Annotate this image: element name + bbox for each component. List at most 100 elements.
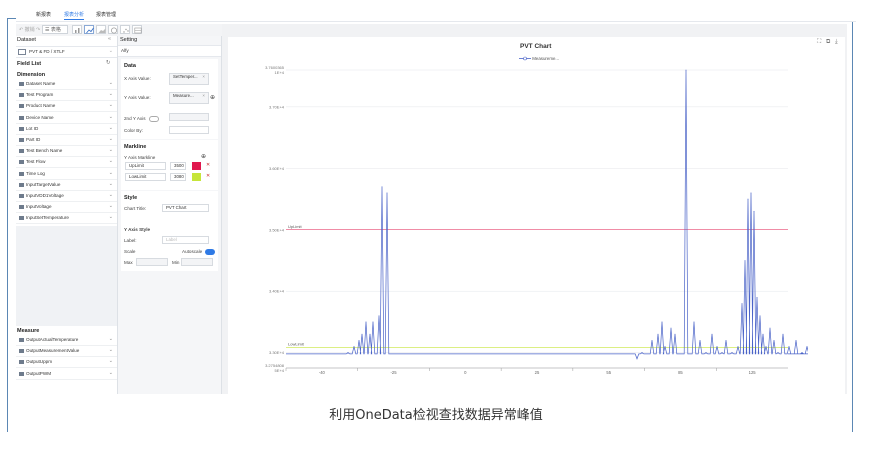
scatter-chart-icon[interactable] bbox=[120, 25, 130, 34]
field-type-icon bbox=[19, 205, 24, 210]
tab-report-management[interactable]: 报表管理 bbox=[96, 11, 116, 18]
tab-new-report[interactable]: 新报表 bbox=[36, 11, 51, 18]
dimension-field-row[interactable]: InputVoltage ⌄ bbox=[16, 202, 117, 214]
data-point bbox=[721, 352, 723, 354]
label-input[interactable]: Label bbox=[162, 236, 209, 244]
chevron-down-icon[interactable]: ⌄ bbox=[109, 358, 113, 364]
dimension-field-row[interactable]: InputSetTemperature ⌄ bbox=[16, 213, 117, 225]
dimension-field-row[interactable]: Dataset Name ⌄ bbox=[16, 79, 117, 90]
chevron-down-icon[interactable]: ⌄ bbox=[109, 347, 113, 353]
measure-field-row[interactable]: OutputActualTemperature ⌄ bbox=[16, 335, 117, 346]
x-tick-label: 85 bbox=[678, 370, 683, 375]
dimension-field-row[interactable]: Time Log ⌄ bbox=[16, 169, 117, 180]
x-tick-label: 125 bbox=[749, 370, 757, 375]
data-point bbox=[765, 346, 767, 347]
chevron-down-icon[interactable]: ⌄ bbox=[109, 158, 113, 164]
dimension-field-row[interactable]: Test Flow ⌄ bbox=[16, 157, 117, 169]
dimension-field-row[interactable]: Part ID ⌄ bbox=[16, 135, 117, 146]
chevron-down-icon[interactable]: ⌄ bbox=[109, 80, 113, 86]
delete-markline-2-icon[interactable]: ✕ bbox=[206, 173, 210, 179]
dataset-title: Dataset bbox=[17, 37, 36, 43]
y-axis-field[interactable]: Measure... × bbox=[169, 92, 209, 104]
redo-button[interactable]: ↷ bbox=[36, 26, 40, 34]
y-tick-label: 3.40E+4 bbox=[269, 289, 285, 294]
dimension-field-row[interactable]: Test Program ⌄ bbox=[16, 90, 117, 102]
measure-field-row[interactable]: OutputUppm ⌄ bbox=[16, 357, 117, 369]
dataset-panel: Dataset « PVT & FD / XTLF ⌄ Field List ↻… bbox=[16, 36, 118, 394]
second-y-field[interactable] bbox=[169, 113, 209, 121]
chevron-down-icon[interactable]: ⌄ bbox=[109, 214, 113, 220]
chart-title-input[interactable]: PVT Chart bbox=[162, 204, 209, 212]
delete-markline-1-icon[interactable]: ✕ bbox=[206, 162, 210, 168]
dimension-field-label: Dataset Name bbox=[26, 81, 56, 86]
measure-field-row[interactable]: OutputMeasurementValue ⌄ bbox=[16, 346, 117, 358]
dimension-field-row[interactable]: Test Bench Name ⌄ bbox=[16, 146, 117, 158]
chevron-down-icon[interactable]: ⌄ bbox=[109, 125, 113, 131]
dimension-field-row[interactable]: Device Name ⌄ bbox=[16, 113, 117, 124]
dataset-selected: PVT & FD / XTLF bbox=[29, 49, 65, 54]
markline-2-value[interactable]: 3080 bbox=[170, 173, 186, 181]
tab-report-analysis[interactable]: 报表分析 bbox=[64, 11, 85, 20]
y-tick-label: 3.60E+4 bbox=[269, 166, 285, 171]
remove-y-icon[interactable]: × bbox=[202, 93, 205, 99]
autoscale-toggle[interactable] bbox=[205, 249, 215, 255]
second-y-toggle[interactable] bbox=[149, 116, 159, 122]
chevron-down-icon[interactable]: ⌄ bbox=[109, 336, 113, 342]
chevron-down-icon[interactable]: ⌄ bbox=[109, 147, 113, 153]
table-chart-icon[interactable] bbox=[132, 25, 142, 34]
setting-sub-bar: Alfy bbox=[118, 45, 221, 57]
dimension-field-row[interactable]: Lot ID ⌄ bbox=[16, 124, 117, 135]
field-list-empty-area bbox=[16, 226, 117, 326]
chevron-down-icon[interactable]: ⌄ bbox=[109, 114, 113, 120]
table-view-button[interactable]: ☰ 表格 bbox=[42, 25, 68, 34]
chevron-down-icon[interactable]: ⌄ bbox=[109, 102, 113, 108]
chevron-down-icon[interactable]: ⌄ bbox=[109, 170, 113, 176]
dataset-selector[interactable]: PVT & FD / XTLF ⌄ bbox=[16, 46, 117, 58]
max-label: Max bbox=[124, 260, 133, 265]
color-by-field[interactable] bbox=[169, 126, 209, 134]
field-type-icon bbox=[19, 171, 24, 176]
field-type-icon bbox=[19, 371, 24, 376]
remove-x-icon[interactable]: × bbox=[202, 74, 205, 80]
chevron-down-icon[interactable]: ⌄ bbox=[109, 370, 113, 376]
line-chart-icon[interactable] bbox=[84, 25, 94, 34]
markline-2-color[interactable] bbox=[192, 173, 201, 181]
data-title: Data bbox=[124, 63, 136, 69]
chevron-down-icon[interactable]: ⌄ bbox=[109, 192, 113, 198]
chevron-down-icon[interactable]: ⌄ bbox=[109, 181, 113, 187]
dimension-field-label: Product Name bbox=[26, 103, 56, 109]
dimension-field-row[interactable]: InputTargetValue ⌄ bbox=[16, 180, 117, 191]
pie-chart-icon[interactable] bbox=[108, 25, 118, 34]
data-point bbox=[801, 352, 803, 354]
min-input[interactable] bbox=[181, 258, 213, 266]
data-point bbox=[725, 339, 727, 341]
chevron-down-icon[interactable]: ⌄ bbox=[109, 203, 113, 209]
label-label: Label: bbox=[124, 238, 137, 243]
chevron-down-icon[interactable]: ⌄ bbox=[109, 91, 113, 97]
dimension-field-row[interactable]: InputVDD1Voltage ⌄ bbox=[16, 191, 117, 202]
y-tick-label: 1E+4 bbox=[275, 70, 285, 75]
bar-chart-icon[interactable] bbox=[72, 25, 82, 34]
undo-button[interactable]: ↶ 撤销 bbox=[19, 26, 35, 34]
chart-legend[interactable]: Measureme... bbox=[519, 56, 559, 61]
markline-1-name[interactable]: UpLimit bbox=[125, 162, 166, 170]
data-point bbox=[777, 352, 779, 354]
collapse-panel-icon[interactable]: « bbox=[108, 36, 111, 42]
add-markline-icon[interactable]: ⊕ bbox=[201, 153, 206, 160]
download-icon[interactable]: ⤓ bbox=[835, 39, 838, 46]
add-y-icon[interactable]: ⊕ bbox=[210, 94, 215, 101]
markline-1-value[interactable]: 3500 bbox=[170, 162, 186, 170]
data-point bbox=[657, 333, 659, 335]
dimension-field-row[interactable]: Product Name ⌄ bbox=[16, 101, 117, 113]
measure-field-label: OutputPWM bbox=[26, 370, 52, 376]
copy-icon[interactable]: ⧉ bbox=[826, 39, 830, 46]
markline-1-color[interactable] bbox=[192, 162, 201, 170]
x-axis-field[interactable]: SetTemper... × bbox=[169, 73, 209, 85]
area-chart-icon[interactable] bbox=[96, 25, 106, 34]
max-input[interactable] bbox=[136, 258, 168, 266]
refresh-icon[interactable]: ↻ bbox=[106, 60, 111, 66]
markline-2-name[interactable]: LowLimit bbox=[125, 173, 166, 181]
chevron-down-icon[interactable]: ⌄ bbox=[109, 136, 113, 142]
measure-field-row[interactable]: OutputPWM ⌄ bbox=[16, 369, 117, 380]
fullscreen-icon[interactable]: ⛶ bbox=[817, 39, 821, 46]
